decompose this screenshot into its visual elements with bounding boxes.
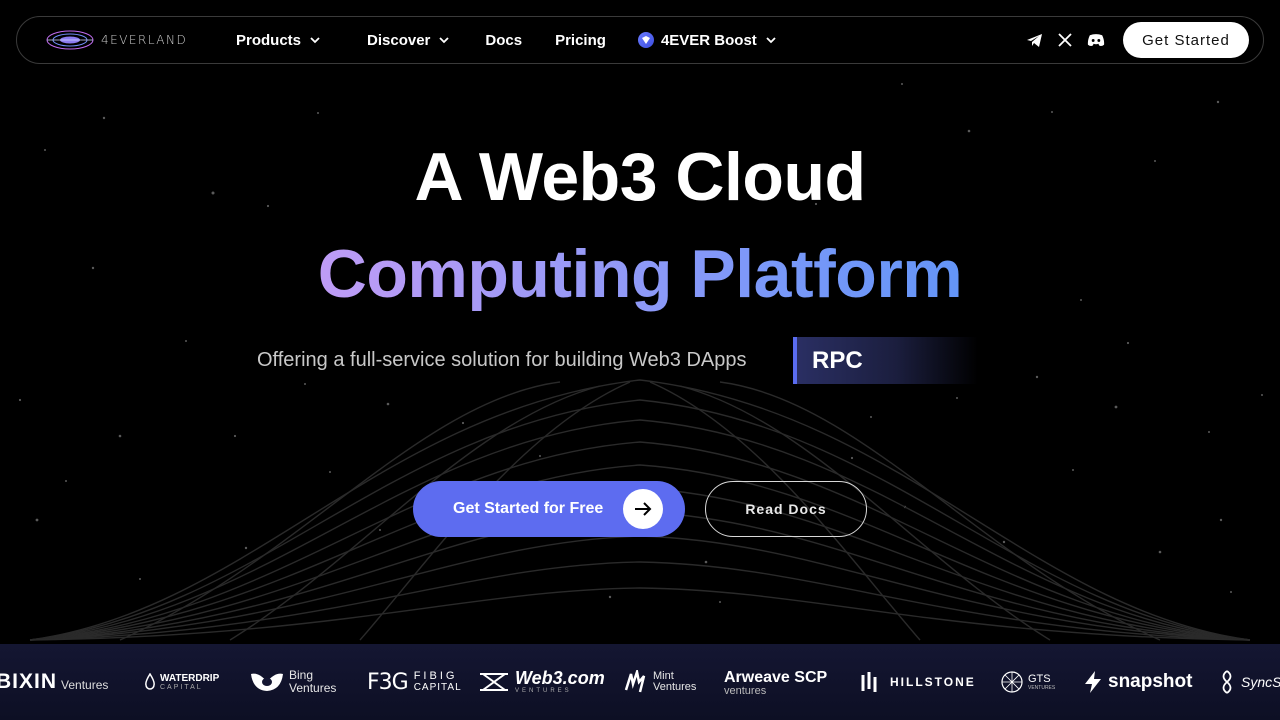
nav-item-4ever-boost[interactable]: 4EVER Boost [637, 31, 777, 49]
x-icon[interactable] [1056, 31, 1074, 49]
gts-globe-icon [1001, 671, 1023, 693]
get-started-nav-button[interactable]: Get Started [1123, 22, 1249, 58]
partner-logo-syncswap: SyncSt [1218, 644, 1280, 720]
partner-logo-snapshot: snapshot [1083, 644, 1192, 720]
top-navigation-bar: 4EVERLAND Products Discover Docs Pricing… [16, 16, 1264, 64]
nav-right-group: Get Started [1025, 22, 1249, 58]
nav-item-discover[interactable]: Discover [367, 32, 450, 49]
nav-item-label: 4EVER Boost [660, 31, 757, 49]
bing-ventures-mark-icon [251, 673, 283, 691]
read-docs-button[interactable]: Read Docs [705, 481, 867, 537]
chevron-down-icon [439, 37, 450, 44]
partner-logo-hillstone: HILLSTONE [860, 644, 976, 720]
partner-logos-strip: BIXIN Ventures WATERDRIP CAPITAL Bing Ve… [0, 644, 1280, 720]
partner-logo-fibig-capital: F3G FIBIG CAPITAL [367, 669, 462, 695]
nav-item-label: Discover [367, 31, 431, 49]
nav-item-label: Docs [485, 31, 523, 49]
button-label: Get Started for Free [453, 500, 604, 517]
partner-logo-arweave-scp: Arweave SCP ventures [724, 668, 828, 697]
logo-text: 4EVERLAND [101, 33, 188, 47]
nav-item-docs[interactable]: Docs [485, 32, 522, 49]
partner-logo-web3com: Web3.com VENTURES [479, 644, 605, 720]
boost-coin-icon [637, 32, 654, 48]
partner-logo-bing-ventures: Bing Ventures [249, 644, 336, 720]
partner-logo-bixin: BIXIN Ventures [0, 670, 109, 693]
nav-item-pricing[interactable]: Pricing [555, 32, 606, 49]
nav-item-products[interactable]: Products [236, 32, 321, 49]
discord-icon[interactable] [1087, 31, 1105, 49]
partner-logo-mint-ventures: Mint Ventures [623, 644, 696, 720]
web3-mark-icon [480, 673, 508, 691]
chevron-down-icon [310, 37, 320, 44]
arrow-right-icon [623, 489, 663, 529]
partner-logo-gts-ventures: GTS VENTURES [1000, 644, 1055, 720]
mint-leaf-icon [624, 670, 646, 693]
get-started-free-button[interactable]: Get Started for Free [413, 481, 685, 537]
telegram-icon[interactable] [1025, 31, 1043, 49]
partner-logo-waterdrip: WATERDRIP CAPITAL [144, 644, 219, 720]
hero-title-line1: A Web3 Cloud [414, 139, 866, 215]
rotating-feature-badge: RPC [793, 337, 978, 384]
waterdrip-drop-icon [145, 673, 155, 690]
nav-item-label: Pricing [555, 31, 606, 49]
hero-title-line2: Computing Platform [0, 235, 1280, 313]
sync-swirl-icon [1222, 670, 1232, 694]
hero-subtitle: Offering a full-service solution for bui… [257, 349, 747, 371]
logo-mark-icon [46, 30, 94, 50]
site-logo[interactable]: 4EVERLAND [45, 28, 203, 52]
hillstone-bars-icon [861, 672, 877, 692]
rotating-feature-word: RPC [812, 346, 863, 374]
chevron-down-icon [766, 37, 776, 44]
nav-item-label: Products [236, 31, 302, 49]
nav-links: Products Discover Docs Pricing 4EVER Boo… [236, 32, 777, 49]
lightning-bolt-icon [1085, 671, 1101, 693]
